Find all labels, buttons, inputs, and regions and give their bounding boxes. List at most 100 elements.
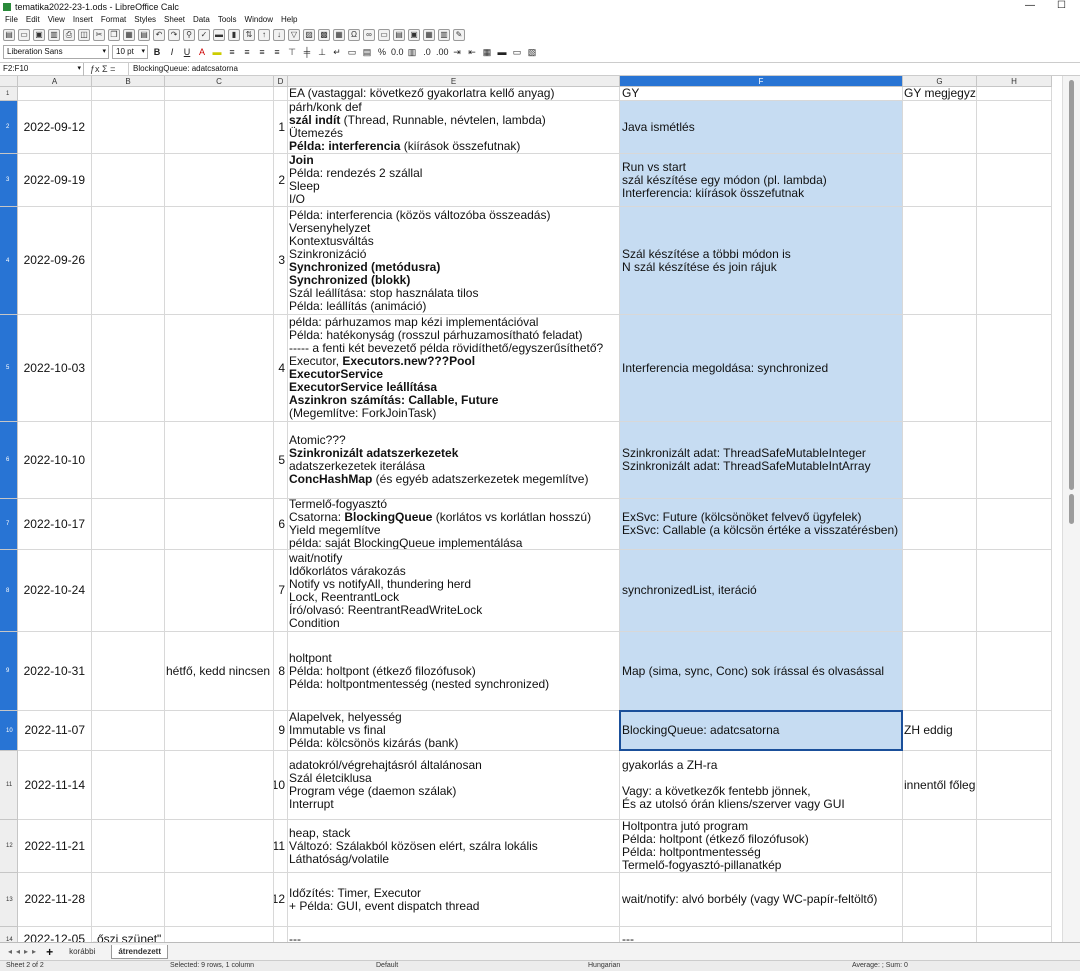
lecture-topics-cell[interactable]: randevúTermelő-fogyasztóCsatorna: Blocki… <box>288 499 620 550</box>
cell-b[interactable] <box>92 154 165 207</box>
add-sheet-icon[interactable]: + <box>46 945 53 959</box>
menu-view[interactable]: View <box>48 15 65 24</box>
align-left-icon[interactable]: ≡ <box>226 46 238 58</box>
name-box[interactable]: F2:F10 ▾ <box>0 62 84 76</box>
menu-data[interactable]: Data <box>193 15 210 24</box>
column-header-e[interactable]: E <box>288 76 620 87</box>
practice-topics-cell[interactable]: Szinkronizált adat: ThreadSafeMutableInt… <box>620 422 903 499</box>
practice-note-cell[interactable] <box>903 422 977 499</box>
week-number-cell[interactable]: 12 <box>274 873 288 927</box>
date-cell[interactable]: 2022-11-14 <box>18 751 92 820</box>
cell-b[interactable] <box>92 101 165 154</box>
prev-sheet-icon[interactable]: ◂ <box>16 947 20 956</box>
cell-c[interactable] <box>165 499 274 550</box>
row-header[interactable]: 2 <box>0 101 18 154</box>
scroll-thumb-secondary[interactable] <box>1069 494 1074 524</box>
cell-c[interactable] <box>165 751 274 820</box>
cell-h[interactable] <box>977 101 1052 154</box>
cell-c[interactable] <box>165 207 274 315</box>
practice-topics-cell[interactable]: synchronizedList, iteráció <box>620 550 903 632</box>
cell-b[interactable] <box>92 87 165 101</box>
practice-note-cell[interactable] <box>903 154 977 207</box>
headers-footers-icon[interactable]: ▤ <box>393 28 405 41</box>
practice-topics-cell[interactable]: ExSvc: Future (kölcsönöket felvevő ügyfe… <box>620 499 903 550</box>
practice-note-cell[interactable] <box>903 550 977 632</box>
lecture-topics-cell[interactable]: heap, stack Változó: Szálakból közösen el… <box>288 820 620 873</box>
select-all-corner[interactable] <box>0 76 18 87</box>
formula-input[interactable]: BlockingQueue: adatcsatorna <box>128 62 1080 76</box>
insert-image-icon[interactable]: ▨ <box>303 28 315 41</box>
week-number-cell[interactable]: 8 <box>274 632 288 711</box>
row-header[interactable]: 13 <box>0 873 18 927</box>
practice-topics-cell[interactable]: --- <box>620 927 903 942</box>
week-number-cell[interactable]: 1 <box>274 101 288 154</box>
cell-b[interactable] <box>92 632 165 711</box>
cell-c[interactable] <box>165 873 274 927</box>
find-replace-icon[interactable]: ⚲ <box>183 28 195 41</box>
row-header[interactable]: 7 <box>0 499 18 550</box>
cell-h[interactable] <box>977 632 1052 711</box>
conditional-icon[interactable]: ▧ <box>526 46 538 58</box>
align-right-icon[interactable]: ≡ <box>256 46 268 58</box>
menu-insert[interactable]: Insert <box>73 15 93 24</box>
border-color-icon[interactable]: ▭ <box>511 46 523 58</box>
center-vertically-icon[interactable]: ╪ <box>301 46 313 58</box>
cell-h[interactable] <box>977 154 1052 207</box>
maximize-icon[interactable]: ☐ <box>1057 0 1066 11</box>
lecture-topics-cell[interactable]: wait/notify Időkorlátos várakozás Notify v… <box>288 550 620 632</box>
date-cell[interactable]: 2022-10-10 <box>18 422 92 499</box>
practice-note-cell[interactable]: GY megjegyzés <box>903 87 977 101</box>
cell-c[interactable] <box>165 315 274 422</box>
practice-note-cell[interactable] <box>903 927 977 942</box>
sort-ascending-icon[interactable]: ↑ <box>258 28 270 41</box>
lecture-topics-cell[interactable]: --- <box>288 927 620 942</box>
cell-h[interactable] <box>977 207 1052 315</box>
date-cell[interactable]: 2022-09-26 <box>18 207 92 315</box>
date-cell[interactable]: 2022-10-24 <box>18 550 92 632</box>
sheet-tab-korabbi[interactable]: korábbi <box>63 945 101 958</box>
practice-topics-cell[interactable]: Map (sima, sync, Conc) sok írással és ol… <box>620 632 903 711</box>
chevron-down-icon[interactable]: ▾ <box>141 46 145 58</box>
row-header[interactable]: 1 <box>0 87 18 101</box>
wrap-text-icon[interactable]: ↵ <box>331 46 343 58</box>
scroll-thumb[interactable] <box>1069 80 1074 490</box>
hyperlink-icon[interactable]: ∞ <box>363 28 375 41</box>
practice-note-cell[interactable]: innentől főleg koncepciók <box>903 751 977 820</box>
lecture-topics-cell[interactable]: Atomic??? Szinkronizált adatszerkezetek ad… <box>288 422 620 499</box>
first-sheet-icon[interactable]: ◂ <box>8 947 12 956</box>
show-draw-functions-icon[interactable]: ✎ <box>453 28 465 41</box>
row-header[interactable]: 3 <box>0 154 18 207</box>
practice-topics-cell[interactable]: gyakorlás a ZH-ra Vagy: a következők fent… <box>620 751 903 820</box>
practice-note-cell[interactable] <box>903 101 977 154</box>
menu-tools[interactable]: Tools <box>218 15 237 24</box>
menu-edit[interactable]: Edit <box>26 15 40 24</box>
align-center-icon[interactable]: ≡ <box>241 46 253 58</box>
cell-c[interactable] <box>165 550 274 632</box>
font-name-box[interactable]: Liberation Sans ▾ <box>3 45 109 59</box>
font-color-icon[interactable]: A <box>196 46 208 58</box>
column-icon[interactable]: ▮ <box>228 28 240 41</box>
column-header-g[interactable]: G <box>903 76 977 87</box>
insert-chart-icon[interactable]: ▩ <box>318 28 330 41</box>
row-header[interactable]: 4 <box>0 207 18 315</box>
paste-icon[interactable]: ▦ <box>123 28 135 41</box>
autofilter-icon[interactable]: ▽ <box>288 28 300 41</box>
cut-icon[interactable]: ✂ <box>93 28 105 41</box>
cell-c[interactable] <box>165 87 274 101</box>
practice-topics-cell[interactable]: Interferencia megoldása: synchronized <box>620 315 903 422</box>
italic-icon[interactable]: I <box>166 46 178 58</box>
column-header-b[interactable]: B <box>92 76 165 87</box>
cell-b[interactable] <box>92 422 165 499</box>
vertical-scrollbar[interactable] <box>1062 76 1080 942</box>
menu-window[interactable]: Window <box>245 15 273 24</box>
date-cell[interactable]: 2022-11-28 <box>18 873 92 927</box>
pivot-table-icon[interactable]: ▦ <box>333 28 345 41</box>
cell-h[interactable] <box>977 499 1052 550</box>
freeze-rows-icon[interactable]: ▦ <box>423 28 435 41</box>
cell-h[interactable] <box>977 550 1052 632</box>
cell-c[interactable] <box>165 101 274 154</box>
chevron-down-icon[interactable]: ▾ <box>77 63 81 75</box>
column-header-c[interactable]: C <box>165 76 274 87</box>
cell-c[interactable] <box>165 927 274 942</box>
practice-topics-cell[interactable]: GY <box>620 87 903 101</box>
